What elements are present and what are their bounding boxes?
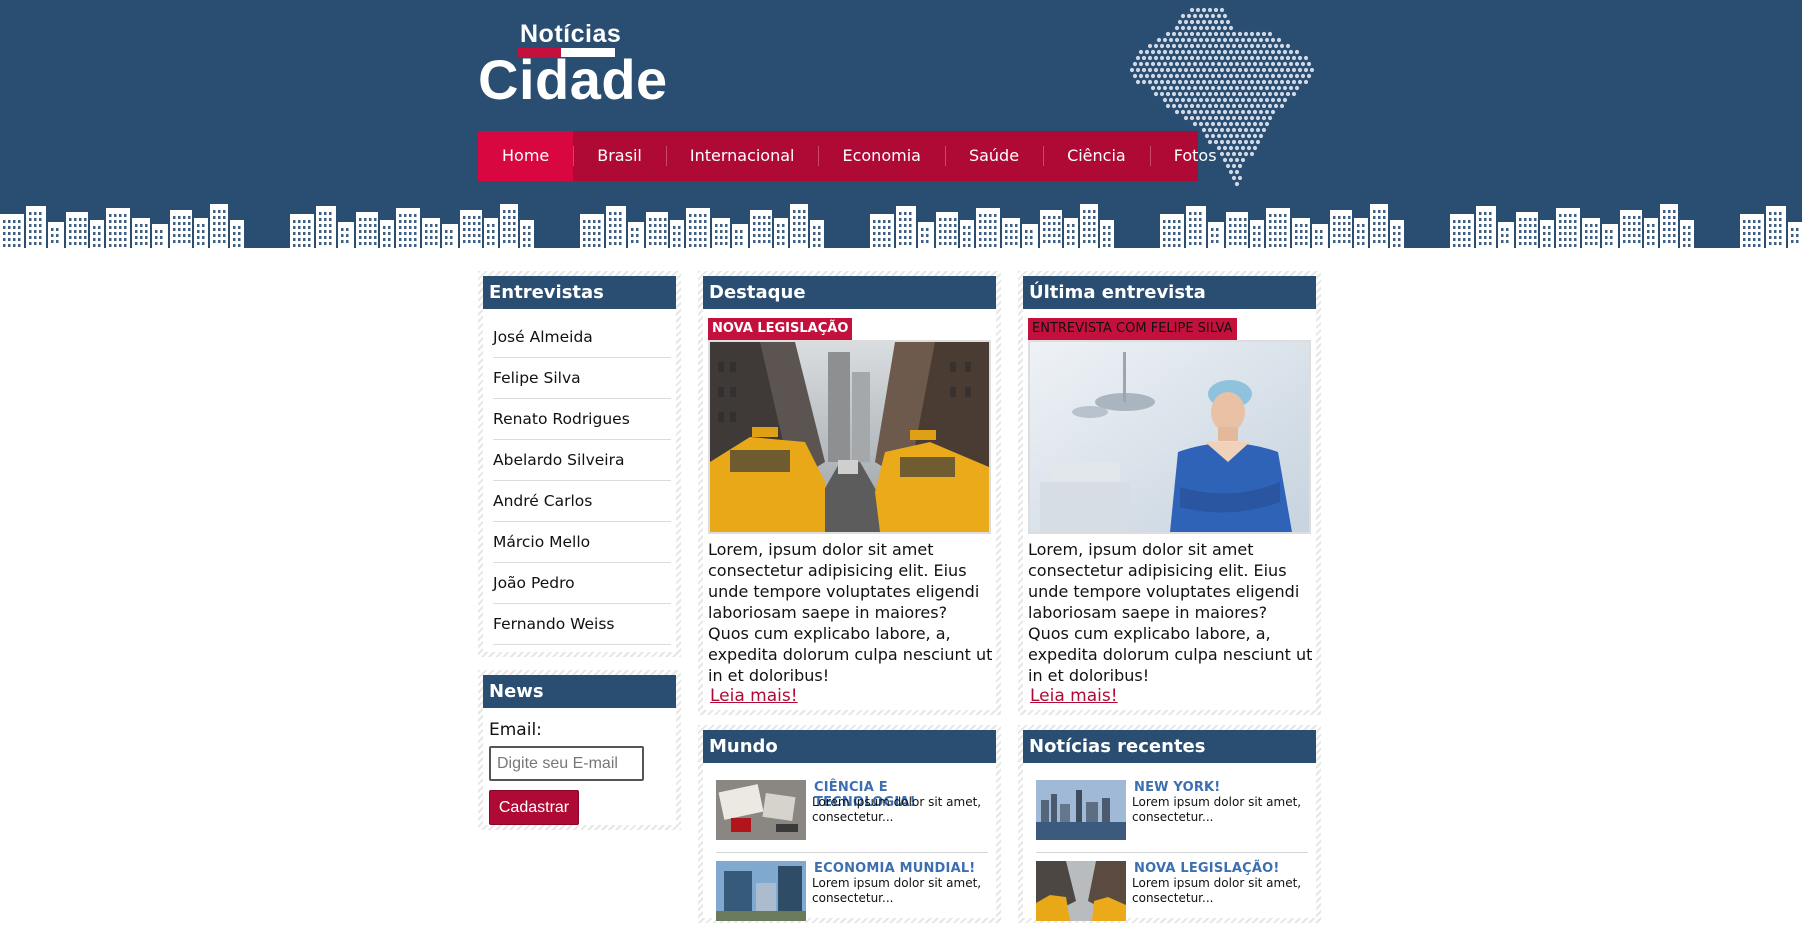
destaque-text: Lorem, ipsum dolor sit amet consectetur … [708,540,993,685]
entrevistas-panel: Entrevistas José Almeida Felipe Silva Re… [478,271,681,657]
destaque-photo[interactable] [708,340,991,534]
destaque-title: Destaque [703,276,996,309]
nav-home[interactable]: Home [478,131,574,181]
ultima-entrevista-tag: ENTREVISTA COM FELIPE SILVA [1028,318,1237,340]
nav-saude[interactable]: Saúde [944,131,1043,181]
entrevista-item[interactable]: João Pedro [493,563,671,604]
entrevista-item[interactable]: José Almeida [493,317,671,358]
newsletter-title: News [483,675,676,708]
doctor-image [1030,342,1309,532]
main-nav: Home Brasil Internacional Economia Saúde… [478,131,1217,181]
city-skyline-decoration [0,200,1802,254]
ultima-entrevista-panel: Última entrevista ENTREVISTA COM FELIPE … [1018,271,1321,715]
nav-internacional[interactable]: Internacional [665,131,819,181]
economia-mundial-thumbnail [716,861,806,921]
taxi-street-image [710,342,989,532]
list-divider [1036,852,1308,853]
destaque-tag: NOVA LEGISLAÇÃO [708,318,853,340]
list-item[interactable]: ECONOMIA MUNDIAL! Lorem ipsum dolor sit … [716,861,986,931]
ciencia-tecnologia-thumbnail [716,780,806,840]
new-york-thumbnail [1036,780,1126,840]
mundo-title: Mundo [703,730,996,763]
cadastrar-button[interactable]: Cadastrar [489,790,579,825]
list-item[interactable]: NEW YORK! Lorem ipsum dolor sit amet, co… [1036,780,1306,850]
site-header: Notícias Cidade Home Brasil Internaciona… [0,0,1802,200]
ultima-entrevista-title: Última entrevista [1023,276,1316,309]
nav-fotos[interactable]: Fotos [1149,131,1241,181]
ultima-entrevista-photo[interactable] [1028,340,1311,534]
ultima-entrevista-text: Lorem, ipsum dolor sit amet consectetur … [1028,540,1313,685]
newsletter-panel: News Email: Cadastrar [478,670,681,830]
list-item[interactable]: CIÊNCIA E TECNOLOGIA! Lorem ipsum dolor … [716,780,986,850]
email-input[interactable] [489,746,644,781]
entrevista-item[interactable]: Márcio Mello [493,522,671,563]
list-item[interactable]: NOVA LEGISLAÇÃO! Lorem ipsum dolor sit a… [1036,861,1306,931]
noticias-recentes-title: Notícias recentes [1023,730,1316,763]
site-logo[interactable]: Notícias Cidade [478,18,667,111]
destaque-panel: Destaque NOVA LEGISLAÇÃO Lorem, ipsum do… [698,271,1001,715]
destaque-read-more-link[interactable]: Leia mais! [710,686,798,706]
nav-economia[interactable]: Economia [818,131,944,181]
logo-main-word: Cidade [478,48,668,111]
news-item-title[interactable]: NEW YORK! [1134,780,1220,795]
nova-legislacao-thumbnail [1036,861,1126,921]
entrevistas-title: Entrevistas [483,276,676,309]
nav-ciencia[interactable]: Ciência [1043,131,1150,181]
noticias-recentes-panel: Notícias recentes NEW YORK! Lorem ipsum … [1018,725,1321,923]
entrevista-item[interactable]: Abelardo Silveira [493,440,671,481]
email-label: Email: [489,720,542,740]
nav-brasil[interactable]: Brasil [573,131,666,181]
news-item-title[interactable]: NOVA LEGISLAÇÃO! [1134,861,1280,876]
mundo-panel: Mundo CIÊNCIA E TECNOLOGIA! Lorem ipsum … [698,725,1001,923]
news-item-text: Lorem ipsum dolor sit amet, consectetur.… [812,795,982,824]
list-divider [716,852,988,853]
news-item-text: Lorem ipsum dolor sit amet, consectetur.… [1132,876,1302,905]
entrevistas-list: José Almeida Felipe Silva Renato Rodrigu… [483,309,676,645]
entrevista-item[interactable]: Fernando Weiss [493,604,671,645]
entrevista-item[interactable]: Felipe Silva [493,358,671,399]
entrevista-item[interactable]: André Carlos [493,481,671,522]
ultima-entrevista-read-more-link[interactable]: Leia mais! [1030,686,1118,706]
entrevista-item[interactable]: Renato Rodrigues [493,399,671,440]
news-item-text: Lorem ipsum dolor sit amet, consectetur.… [1132,795,1302,824]
news-item-text: Lorem ipsum dolor sit amet, consectetur.… [812,876,982,905]
news-item-title[interactable]: ECONOMIA MUNDIAL! [814,861,975,876]
